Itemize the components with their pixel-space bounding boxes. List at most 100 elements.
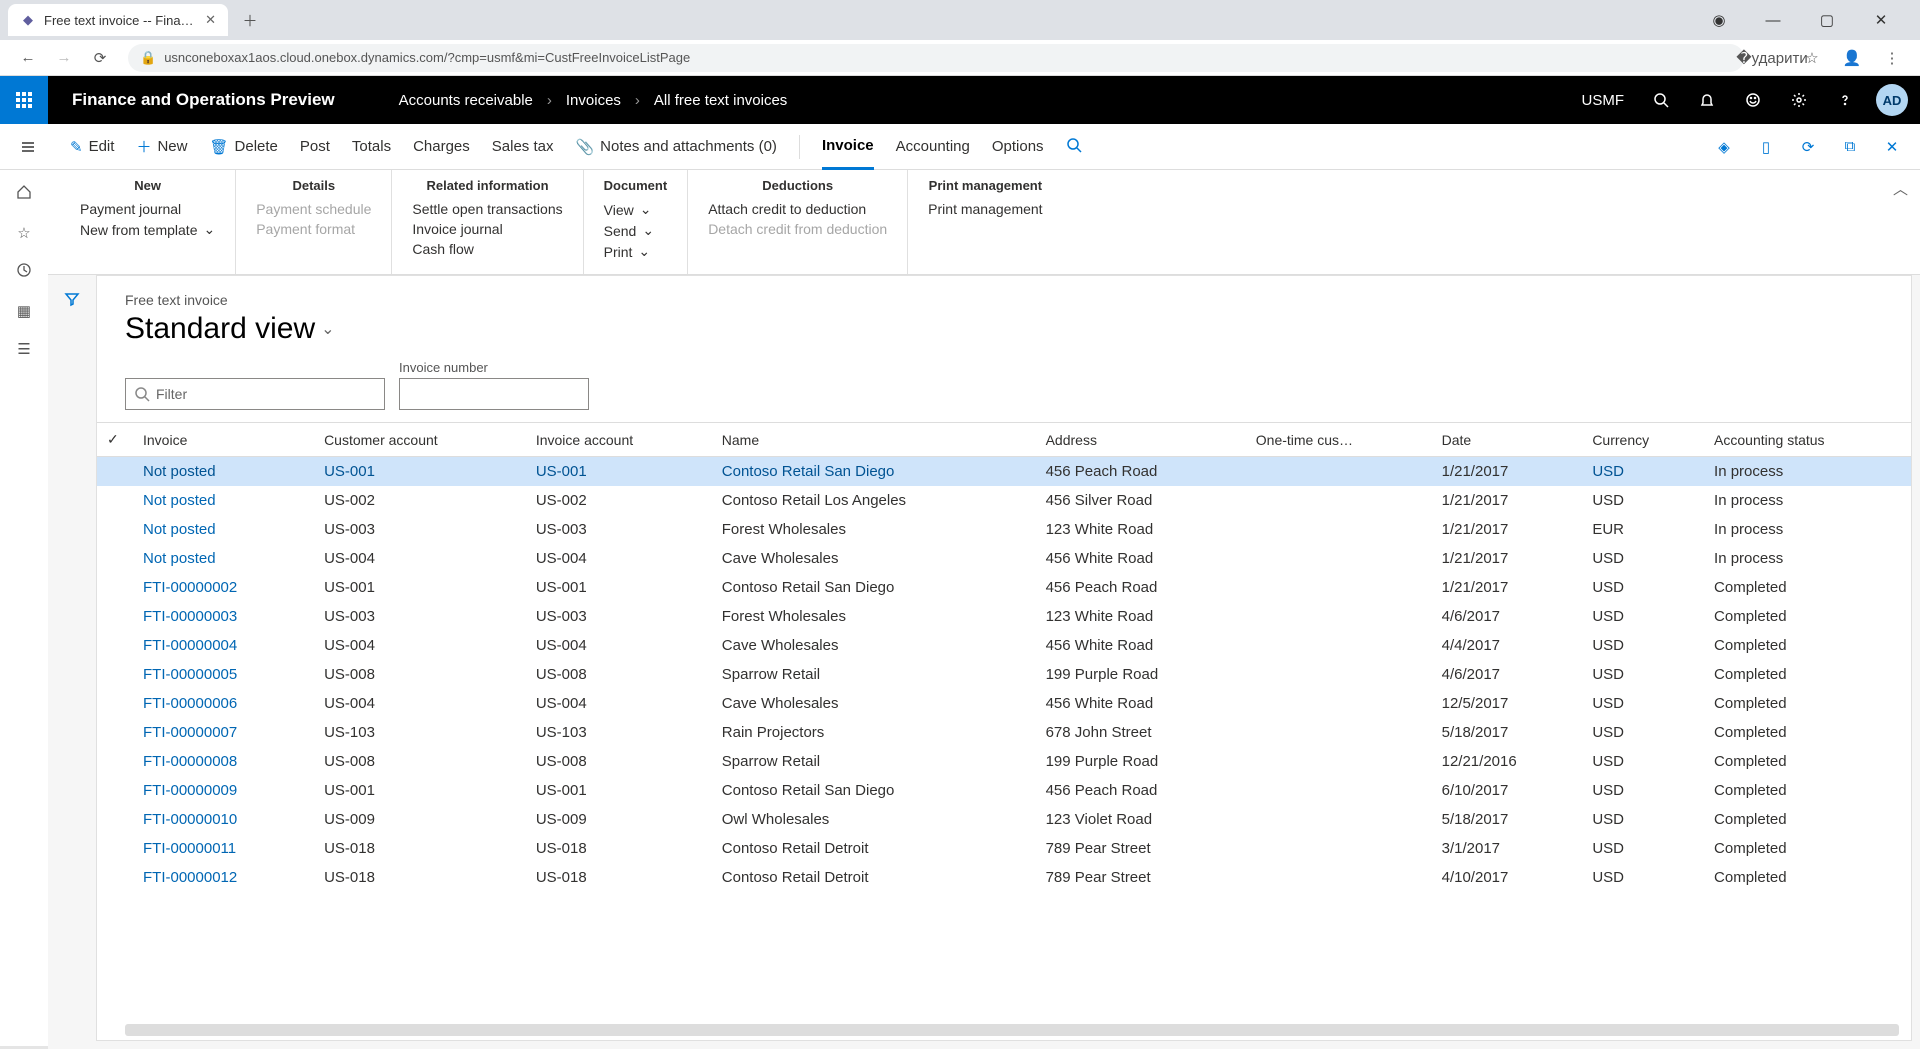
cell-customer-account[interactable]: US-004 [314, 544, 526, 573]
cell-address[interactable]: 678 John Street [1036, 718, 1246, 747]
col-date[interactable]: Date [1432, 423, 1583, 457]
row-checkbox[interactable] [97, 747, 133, 776]
cell-customer-account[interactable]: US-103 [314, 718, 526, 747]
recent-icon[interactable] [16, 262, 32, 282]
cell-date[interactable]: 12/21/2016 [1432, 747, 1583, 776]
cash-flow-button[interactable]: Cash flow [412, 239, 562, 259]
cell-invoice-account[interactable]: US-003 [526, 515, 712, 544]
cell-invoice[interactable]: Not posted [133, 457, 314, 487]
incognito-icon[interactable]: ◉ [1696, 4, 1742, 36]
cell-invoice-account[interactable]: US-001 [526, 457, 712, 487]
cell-invoice[interactable]: FTI-00000002 [133, 573, 314, 602]
cell-address[interactable]: 456 Silver Road [1036, 486, 1246, 515]
cell-date[interactable]: 5/18/2017 [1432, 718, 1583, 747]
cell-address[interactable]: 199 Purple Road [1036, 660, 1246, 689]
row-checkbox[interactable] [97, 457, 133, 487]
cell-invoice-account[interactable]: US-001 [526, 573, 712, 602]
cell-one-time[interactable] [1246, 631, 1432, 660]
office-icon[interactable]: ▯ [1752, 138, 1780, 156]
cell-currency[interactable]: USD [1582, 689, 1704, 718]
bookmark-icon[interactable]: ☆ [1796, 42, 1828, 74]
cell-address[interactable]: 123 White Road [1036, 602, 1246, 631]
horizontal-scrollbar[interactable] [125, 1024, 1899, 1036]
smiley-icon[interactable] [1732, 76, 1774, 124]
row-checkbox[interactable] [97, 776, 133, 805]
cell-invoice[interactable]: FTI-00000005 [133, 660, 314, 689]
cell-status[interactable]: Completed [1704, 573, 1911, 602]
cell-invoice-account[interactable]: US-008 [526, 660, 712, 689]
cell-currency[interactable]: USD [1582, 486, 1704, 515]
cell-one-time[interactable] [1246, 863, 1432, 892]
cell-date[interactable]: 1/21/2017 [1432, 486, 1583, 515]
profile-icon[interactable]: 👤 [1836, 42, 1868, 74]
row-checkbox[interactable] [97, 573, 133, 602]
bell-icon[interactable] [1686, 76, 1728, 124]
cell-currency[interactable]: USD [1582, 457, 1704, 487]
row-checkbox[interactable] [97, 515, 133, 544]
cell-one-time[interactable] [1246, 834, 1432, 863]
cell-name[interactable]: Contoso Retail Detroit [712, 863, 1036, 892]
gear-icon[interactable] [1778, 76, 1820, 124]
select-all-checkbox[interactable]: ✓ [97, 423, 133, 457]
col-name[interactable]: Name [712, 423, 1036, 457]
table-row[interactable]: FTI-00000009US-001US-001Contoso Retail S… [97, 776, 1911, 805]
cell-customer-account[interactable]: US-001 [314, 573, 526, 602]
cell-invoice-account[interactable]: US-004 [526, 631, 712, 660]
cell-name[interactable]: Owl Wholesales [712, 805, 1036, 834]
settle-transactions-button[interactable]: Settle open transactions [412, 199, 562, 219]
notes-button[interactable]: 📎Notes and attachments (0) [575, 138, 776, 156]
cell-customer-account[interactable]: US-003 [314, 602, 526, 631]
send-button[interactable]: Send⌄ [604, 220, 668, 241]
cell-invoice[interactable]: Not posted [133, 515, 314, 544]
invoice-tab[interactable]: Invoice [822, 124, 874, 170]
cell-one-time[interactable] [1246, 805, 1432, 834]
cell-currency[interactable]: USD [1582, 776, 1704, 805]
cell-invoice[interactable]: FTI-00000011 [133, 834, 314, 863]
cell-date[interactable]: 4/4/2017 [1432, 631, 1583, 660]
cell-customer-account[interactable]: US-018 [314, 834, 526, 863]
cell-status[interactable]: In process [1704, 544, 1911, 573]
help-icon[interactable] [1824, 76, 1866, 124]
cell-invoice[interactable]: FTI-00000008 [133, 747, 314, 776]
cell-one-time[interactable] [1246, 486, 1432, 515]
cell-currency[interactable]: USD [1582, 718, 1704, 747]
row-checkbox[interactable] [97, 718, 133, 747]
cell-name[interactable]: Forest Wholesales [712, 515, 1036, 544]
new-from-template-button[interactable]: New from template⌄ [80, 219, 215, 240]
cell-invoice[interactable]: FTI-00000004 [133, 631, 314, 660]
delete-button[interactable]: 🗑Delete [209, 138, 277, 156]
print-button[interactable]: Print⌄ [604, 241, 668, 262]
invoice-number-input[interactable] [399, 378, 589, 410]
col-invoice[interactable]: Invoice [133, 423, 314, 457]
cell-currency[interactable]: USD [1582, 602, 1704, 631]
cell-currency[interactable]: EUR [1582, 515, 1704, 544]
cell-status[interactable]: Completed [1704, 602, 1911, 631]
close-pane-icon[interactable]: ✕ [1878, 138, 1906, 156]
col-address[interactable]: Address [1036, 423, 1246, 457]
star-icon[interactable]: ☆ [17, 224, 30, 242]
accounting-tab[interactable]: Accounting [896, 138, 970, 155]
cell-customer-account[interactable]: US-001 [314, 457, 526, 487]
cell-invoice-account[interactable]: US-004 [526, 544, 712, 573]
cell-name[interactable]: Contoso Retail San Diego [712, 776, 1036, 805]
cell-currency[interactable]: USD [1582, 660, 1704, 689]
cell-customer-account[interactable]: US-018 [314, 863, 526, 892]
col-currency[interactable]: Currency [1582, 423, 1704, 457]
options-tab[interactable]: Options [992, 138, 1044, 155]
cell-date[interactable]: 4/6/2017 [1432, 660, 1583, 689]
cell-customer-account[interactable]: US-001 [314, 776, 526, 805]
row-checkbox[interactable] [97, 660, 133, 689]
avatar[interactable]: AD [1876, 84, 1908, 116]
browser-reload-button[interactable]: ⟳ [84, 42, 116, 74]
cell-one-time[interactable] [1246, 573, 1432, 602]
browser-forward-button[interactable]: → [48, 42, 80, 74]
cell-invoice-account[interactable]: US-103 [526, 718, 712, 747]
cell-address[interactable]: 456 Peach Road [1036, 457, 1246, 487]
cell-status[interactable]: Completed [1704, 805, 1911, 834]
table-row[interactable]: Not postedUS-001US-001Contoso Retail San… [97, 457, 1911, 487]
table-row[interactable]: Not postedUS-002US-002Contoso Retail Los… [97, 486, 1911, 515]
cell-name[interactable]: Sparrow Retail [712, 660, 1036, 689]
print-management-button[interactable]: Print management [928, 199, 1042, 219]
refresh-icon[interactable]: ⟳ [1794, 138, 1822, 156]
cell-address[interactable]: 123 Violet Road [1036, 805, 1246, 834]
